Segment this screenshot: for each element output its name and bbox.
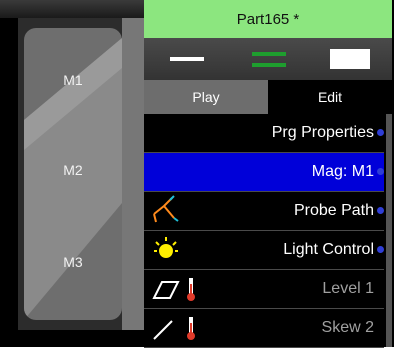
program-title: Part165 * xyxy=(144,0,392,38)
menu-button[interactable] xyxy=(226,38,308,80)
list-item-level[interactable]: Level 1 xyxy=(144,270,384,309)
mag-level-m1[interactable]: M1 xyxy=(24,72,122,88)
row-marker-dot xyxy=(377,129,384,136)
program-panel: Part165 * Play Edit Prg Properties Mag: … xyxy=(144,0,394,348)
row-marker-dot xyxy=(377,207,384,214)
list-item-label: Probe Path xyxy=(293,202,374,219)
row-marker-dot xyxy=(377,246,384,253)
list-item-prg-properties[interactable]: Prg Properties xyxy=(144,114,384,153)
tab-edit[interactable]: Edit xyxy=(268,80,392,114)
mag-level-m2[interactable]: M2 xyxy=(24,162,122,178)
plane-thermometer-icon xyxy=(152,278,195,301)
left-panel-footer xyxy=(0,330,144,347)
list-item-mag[interactable]: Mag: M1 xyxy=(144,153,384,192)
list-scrollbar[interactable] xyxy=(386,114,392,347)
list-item-skew[interactable]: Skew 2 xyxy=(144,309,384,348)
list-item-label: Level 1 xyxy=(322,280,374,297)
program-step-list: Prg Properties Mag: M1 Probe Path Light … xyxy=(144,114,384,348)
probe-path-icon xyxy=(153,195,179,223)
toolbar xyxy=(144,38,392,80)
slider-rail xyxy=(122,18,144,330)
list-item-label: Mag: M1 xyxy=(311,163,374,180)
list-item-label: Skew 2 xyxy=(321,319,374,336)
minimize-bar-icon xyxy=(170,57,204,61)
menu-lines-icon xyxy=(252,52,286,67)
maximize-button[interactable] xyxy=(308,38,390,80)
mode-tabs: Play Edit xyxy=(144,80,392,114)
mag-level-m3[interactable]: M3 xyxy=(24,254,122,270)
left-panel-header xyxy=(0,0,144,18)
light-bulb-icon xyxy=(154,237,178,258)
tab-play[interactable]: Play xyxy=(144,80,268,114)
list-item-probe-path[interactable]: Probe Path xyxy=(144,192,384,231)
list-item-light-control[interactable]: Light Control xyxy=(144,231,384,270)
minimize-button[interactable] xyxy=(144,38,226,80)
magnification-slider[interactable]: M1 M2 M3 xyxy=(24,28,122,320)
line-thermometer-icon xyxy=(153,317,195,340)
list-item-label: Prg Properties xyxy=(271,124,374,141)
magnification-panel: M1 M2 M3 xyxy=(0,0,144,347)
row-marker-dot xyxy=(377,168,384,175)
maximize-box-icon xyxy=(330,49,370,69)
list-item-label: Light Control xyxy=(283,241,374,258)
